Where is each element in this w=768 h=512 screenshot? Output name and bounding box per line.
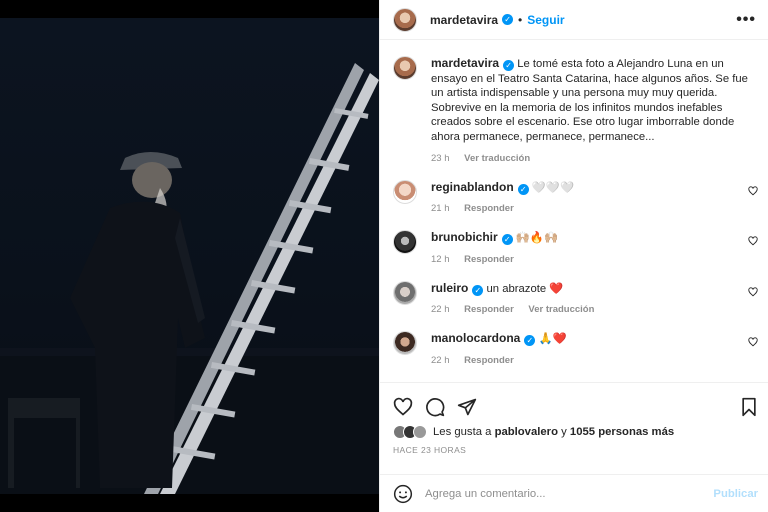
caption-username[interactable]: mardetavira — [431, 56, 499, 70]
share-icon[interactable] — [457, 397, 477, 417]
likes-count[interactable]: 1055 personas más — [570, 426, 674, 438]
verified-icon: ✓ — [517, 183, 529, 195]
post-header: mardetavira ✓ • Seguir ••• — [380, 0, 768, 40]
comment-icon[interactable] — [425, 397, 445, 417]
verified-icon: ✓ — [524, 335, 536, 347]
follow-button[interactable]: Seguir — [527, 13, 564, 27]
comment-input[interactable] — [425, 487, 714, 500]
verified-icon: ✓ — [501, 234, 513, 246]
likes-joiner: y — [561, 426, 567, 438]
likes-summary: Les gusta a pablovalero y 1055 personas … — [380, 421, 768, 439]
caption-item: mardetavira ✓ Le tomé esta foto a Alejand… — [380, 56, 768, 164]
bookmark-icon[interactable] — [740, 397, 758, 417]
comment-text: 🙏❤️ — [538, 333, 567, 346]
post-photo[interactable] — [0, 18, 379, 494]
comment-text: 🙌🏼🔥🙌🏼 — [515, 232, 559, 245]
comment-username[interactable]: brunobichir — [431, 230, 498, 244]
comment-text: 🤍🤍🤍 — [531, 181, 575, 194]
comment-username[interactable]: manolocardona — [431, 331, 520, 345]
caption-translate-link[interactable]: Ver traducción — [464, 153, 530, 164]
comment-item: ruleiro ✓ un abrazote ❤️ 22 h Responder V… — [380, 280, 768, 316]
author-username[interactable]: mardetavira — [430, 13, 498, 27]
comment-composer: Publicar — [380, 474, 768, 512]
commenter-avatar[interactable] — [393, 280, 417, 305]
post-side-panel: mardetavira ✓ • Seguir ••• mardetavira ✓ … — [379, 0, 768, 512]
commenter-avatar[interactable] — [393, 331, 417, 356]
comment-time: 22 h — [431, 304, 450, 316]
comments-list[interactable]: mardetavira ✓ Le tomé esta foto a Alejand… — [380, 41, 768, 382]
comment-time: 12 h — [431, 253, 450, 265]
reply-button[interactable]: Responder — [464, 355, 514, 366]
caption-avatar[interactable] — [393, 56, 417, 80]
commenter-avatar[interactable] — [393, 230, 417, 255]
more-icon[interactable]: ••• — [736, 11, 756, 29]
reply-button[interactable]: Responder — [464, 254, 514, 265]
comment-item: manolocardona ✓ 🙏❤️ 22 h Responder — [380, 331, 768, 366]
comment-username[interactable]: reginablandon — [431, 180, 514, 194]
emoji-icon[interactable] — [393, 484, 413, 504]
commenter-avatar[interactable] — [393, 179, 417, 204]
heart-icon[interactable] — [748, 337, 758, 347]
author-avatar[interactable] — [393, 7, 417, 32]
heart-icon[interactable] — [748, 287, 758, 297]
separator-dot: • — [518, 12, 523, 27]
reply-button[interactable]: Responder — [464, 203, 514, 214]
like-heart-icon[interactable] — [393, 397, 413, 417]
comment-item: reginablandon ✓ 🤍🤍🤍 21 h Responder — [380, 179, 768, 215]
caption-text: Le tomé esta foto a Alejandro Luna en un… — [431, 58, 748, 143]
heart-icon[interactable] — [748, 236, 758, 246]
likes-prefix: Les gusta a — [433, 426, 492, 438]
caption-time: 23 h — [431, 152, 450, 164]
publish-button[interactable]: Publicar — [713, 488, 758, 500]
reply-button[interactable]: Responder — [464, 304, 514, 315]
comment-text: un abrazote ❤️ — [486, 282, 564, 295]
comment-item: brunobichir ✓ 🙌🏼🔥🙌🏼 12 h Responder — [380, 230, 768, 265]
comment-username[interactable]: ruleiro — [431, 281, 468, 295]
verified-icon: ✓ — [503, 60, 515, 71]
photo-illustration — [0, 63, 379, 494]
heart-icon[interactable] — [748, 185, 758, 196]
liker-username[interactable]: pablovalero — [495, 426, 558, 438]
action-bar — [380, 383, 768, 421]
posted-timestamp: HACE 23 HORAS — [393, 445, 467, 455]
liker-avatar — [413, 425, 427, 439]
verified-icon: ✓ — [502, 14, 514, 25]
comment-time: 21 h — [431, 203, 450, 215]
instagram-post-window: mardetavira ✓ • Seguir ••• mardetavira ✓ … — [0, 0, 768, 512]
verified-icon: ✓ — [472, 284, 484, 296]
comment-time: 22 h — [431, 354, 450, 366]
comment-translate-link[interactable]: Ver traducción — [528, 304, 594, 315]
